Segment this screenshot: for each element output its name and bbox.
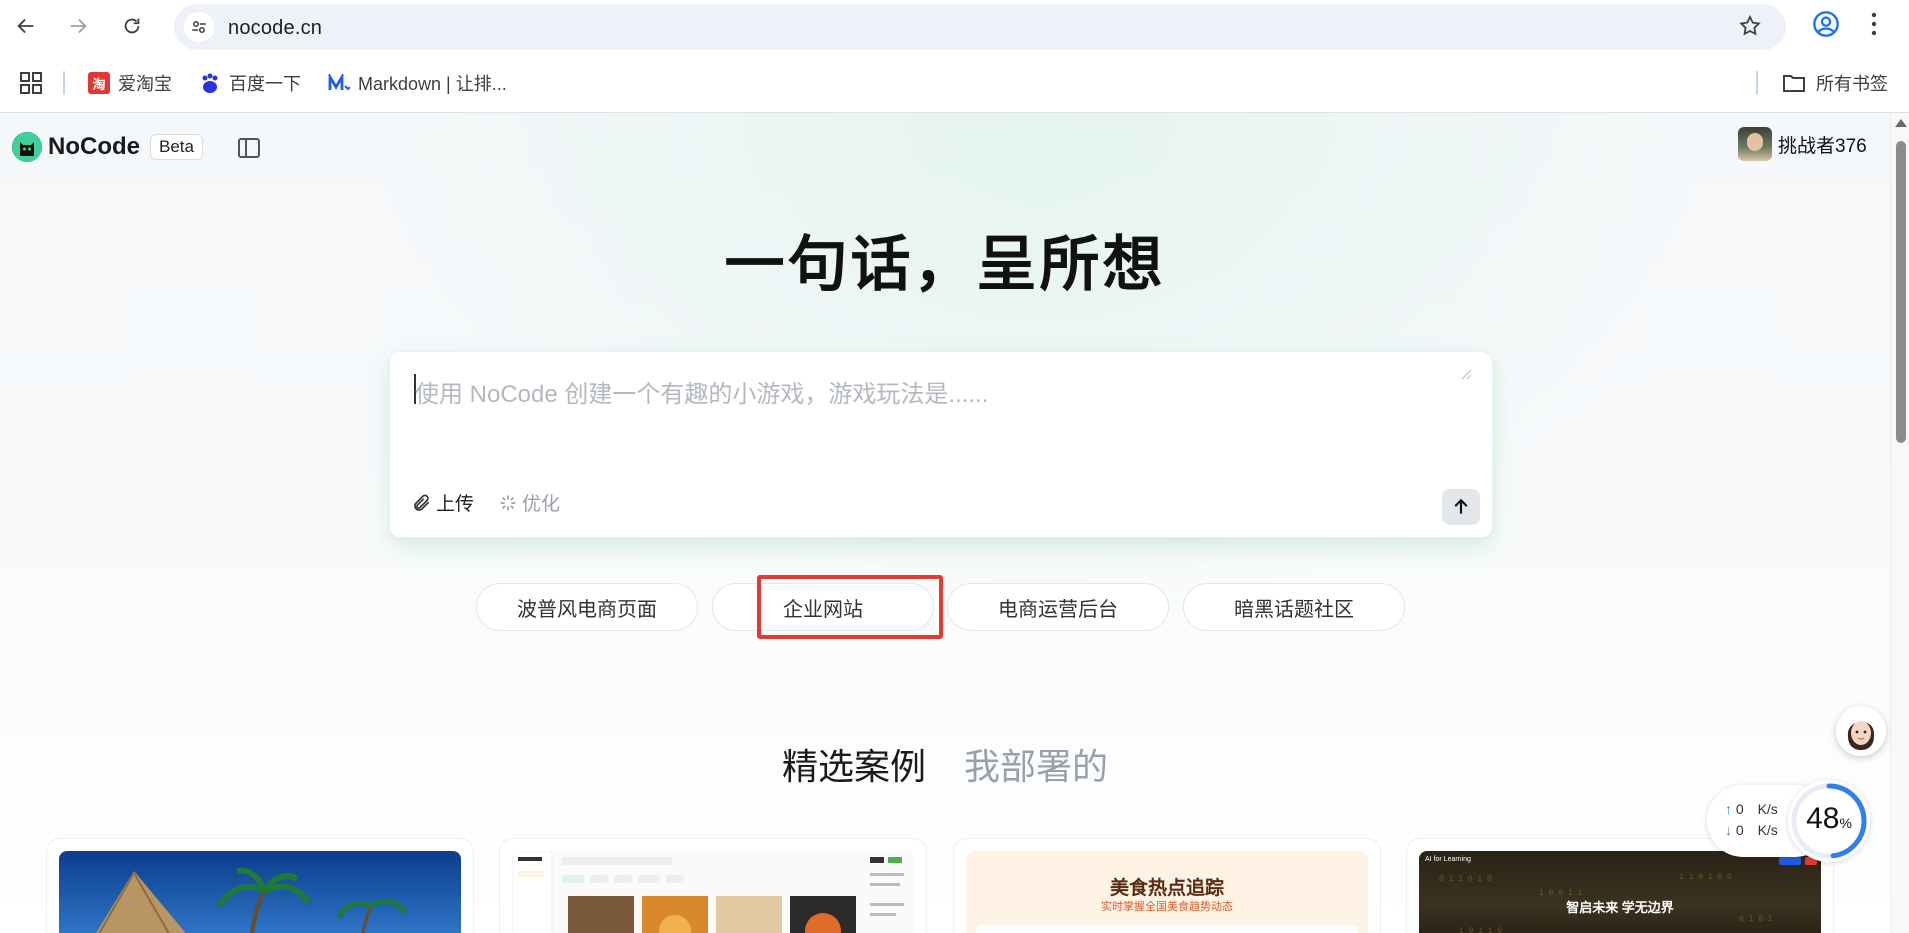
prompt-box: 使用 NoCode 创建一个有趣的小游戏，游戏玩法是...... 上传 优化 [390, 352, 1492, 537]
bookmarks-divider [1756, 71, 1758, 95]
download-speed-value: 0 [1735, 822, 1744, 838]
url-text[interactable]: nocode.cn [228, 17, 322, 40]
avatar [1738, 127, 1772, 161]
bookmark-taobao[interactable]: 淘 爱淘宝 [88, 69, 172, 97]
bookmark-star-icon[interactable] [1738, 14, 1762, 43]
profile-icon [1813, 11, 1839, 37]
card-thumbnail: 0 1 1 0 1 01 0 0 1 11 1 0 1 0 0 0 1 0 11… [1419, 851, 1821, 933]
upload-button[interactable]: 上传 [412, 489, 474, 516]
page-scrollbar[interactable] [1890, 113, 1909, 933]
scroll-up-arrow-icon[interactable] [1895, 119, 1907, 127]
upload-speed-value: 0 [1735, 801, 1744, 817]
card-title: 美食热点追踪 [1109, 878, 1224, 899]
tune-icon [192, 21, 206, 33]
card-title: 智启未来 学无边界 [1566, 900, 1674, 915]
arrow-up-icon [1454, 498, 1468, 514]
card-tag: AI for Learning [1425, 856, 1471, 863]
user-menu[interactable]: 挑战者376 [1738, 127, 1867, 161]
svg-text:1 1 0 1 0 0: 1 1 0 1 0 0 [1679, 873, 1732, 882]
bookmarks-divider [63, 71, 65, 95]
usage-percent-value: 48 [1806, 802, 1840, 835]
case-tabs: 精选案例 我部署的 [0, 738, 1890, 790]
usage-percent-unit: % [1839, 815, 1852, 831]
assistant-avatar-button[interactable] [1836, 706, 1886, 756]
address-bar[interactable]: nocode.cn [174, 4, 1786, 50]
sidebar-toggle-icon[interactable] [238, 138, 260, 158]
browser-menu-button[interactable] [1868, 10, 1880, 43]
bookmark-label: 爱淘宝 [118, 74, 172, 94]
taobao-icon: 淘 [88, 72, 110, 94]
card-thumbnail [512, 851, 914, 933]
tab-my-deployments[interactable]: 我部署的 [964, 738, 1108, 790]
case-card[interactable]: 美食热点追踪 实时掌握全国美食趋势动态 [953, 838, 1381, 933]
arrow-right-icon [70, 18, 87, 34]
markdown-icon [328, 72, 350, 94]
download-speed: ↓ 0 K/s [1725, 822, 1778, 838]
upload-arrow-icon: ↑ [1725, 801, 1732, 817]
arrow-left-icon [17, 18, 34, 34]
nocode-logo[interactable]: NoCode Beta [12, 132, 203, 162]
svg-text:0 1 1 0 1 0: 0 1 1 0 1 0 [1439, 875, 1492, 884]
site-info-button[interactable] [184, 12, 214, 42]
profile-button[interactable] [1812, 10, 1840, 43]
baidu-icon [199, 72, 221, 94]
back-button[interactable] [10, 10, 42, 42]
case-card[interactable] [499, 838, 927, 933]
nocode-page: NoCode Beta 挑战者376 一句话，呈所想 使用 NoCode 创建一… [0, 113, 1890, 933]
bookmarks-bar: 淘 爱淘宝 百度一下 Markdown | 让排... 所有书签 [0, 53, 1909, 113]
cat-logo-icon [12, 132, 42, 162]
card-panel [976, 925, 1358, 933]
reload-button[interactable] [116, 10, 148, 42]
apps-grid-icon [20, 72, 42, 94]
upload-label: 上传 [436, 494, 475, 515]
reload-icon [124, 18, 140, 34]
bookmark-label: 百度一下 [229, 74, 301, 94]
scrollbar-thumb[interactable] [1896, 141, 1906, 443]
browser-toolbar: nocode.cn [0, 0, 1909, 53]
card-thumbnail: 美食热点追踪 实时掌握全国美食趋势动态 [966, 851, 1368, 933]
speed-unit: K/s [1757, 801, 1778, 817]
bookmark-markdown[interactable]: Markdown | 让排... [328, 69, 507, 97]
optimize-label: 优化 [522, 494, 561, 515]
logo-text: NoCode [48, 133, 140, 160]
usage-percent: 48% [1788, 802, 1870, 836]
all-bookmarks-button[interactable]: 所有书签 [1782, 69, 1888, 97]
user-name: 挑战者376 [1778, 135, 1867, 157]
bookmark-label: Markdown | 让排... [358, 74, 507, 94]
kebab-menu-icon [1871, 12, 1877, 36]
highlight-annotation [757, 575, 943, 639]
folder-icon [1783, 75, 1805, 92]
all-bookmarks-label: 所有书签 [1816, 74, 1888, 94]
resize-handle-icon[interactable] [1458, 366, 1472, 383]
upload-speed: ↑ 0 K/s [1725, 801, 1778, 817]
tab-featured[interactable]: 精选案例 [782, 738, 926, 790]
beta-badge: Beta [150, 134, 203, 160]
send-button[interactable] [1442, 489, 1480, 525]
optimize-button[interactable]: 优化 [498, 489, 560, 516]
suggestion-chip[interactable]: 暗黑话题社区 [1183, 583, 1405, 631]
memory-usage-ring[interactable]: 48% [1788, 780, 1870, 862]
card-subtitle: 实时掌握全国美食趋势动态 [1101, 901, 1233, 913]
speed-unit: K/s [1757, 822, 1778, 838]
hero-title: 一句话，呈所想 [724, 231, 1166, 298]
bookmark-baidu[interactable]: 百度一下 [199, 69, 301, 97]
suggestion-chip[interactable]: 波普风电商页面 [476, 583, 698, 631]
card-thumbnail [59, 851, 461, 933]
prompt-input[interactable]: 使用 NoCode 创建一个有趣的小游戏，游戏玩法是...... [415, 374, 988, 409]
svg-text:1 0 1 1 0: 1 0 1 1 0 [1459, 927, 1502, 933]
case-card[interactable] [46, 838, 474, 933]
download-arrow-icon: ↓ [1725, 822, 1732, 838]
paperclip-icon [414, 494, 430, 511]
suggestion-chip[interactable]: 电商运营后台 [947, 583, 1169, 631]
svg-text:0 1 0 1: 0 1 0 1 [1739, 915, 1773, 924]
sparkle-icon [500, 495, 516, 510]
forward-button[interactable] [62, 10, 94, 42]
apps-button[interactable] [20, 69, 42, 97]
